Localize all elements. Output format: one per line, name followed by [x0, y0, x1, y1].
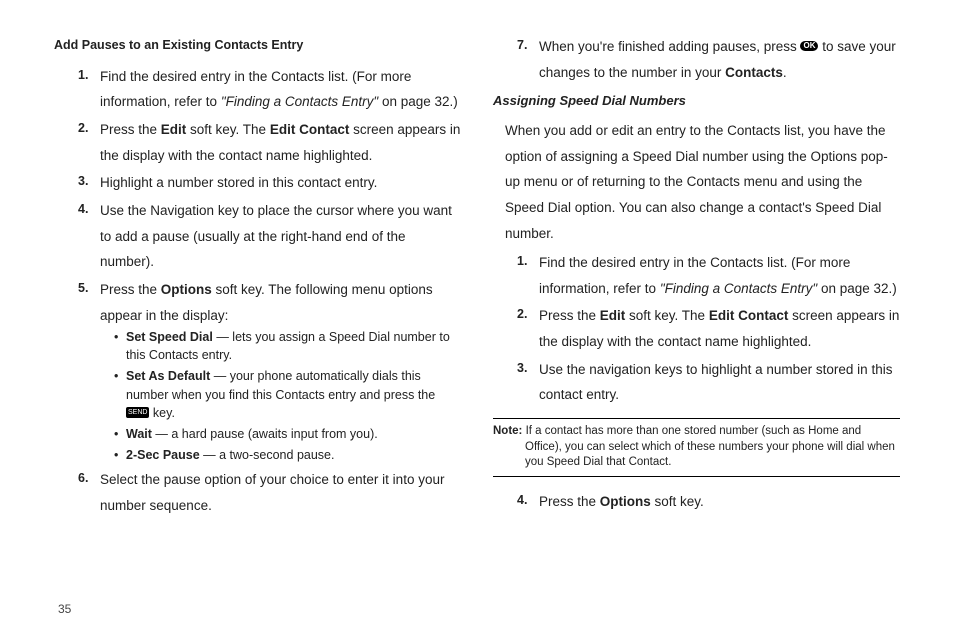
step-text: . — [783, 65, 787, 80]
step-number: 5. — [78, 277, 88, 301]
bullet-item: Wait — a hard pause (awaits input from y… — [114, 425, 461, 443]
menu-name: Contacts — [725, 65, 783, 80]
option-name: Set As Default — [126, 369, 210, 383]
step-number: 1. — [517, 250, 527, 274]
left-column: Add Pauses to an Existing Contacts Entry… — [54, 34, 461, 574]
step-text: Press the — [539, 308, 600, 323]
step-3: 3. Highlight a number stored in this con… — [78, 170, 461, 196]
step-4: 4. Press the Options soft key. — [517, 489, 900, 515]
step-1: 1. Find the desired entry in the Contact… — [78, 64, 461, 115]
section-heading: Add Pauses to an Existing Contacts Entry — [54, 34, 461, 58]
screen-name: Edit Contact — [270, 122, 350, 137]
softkey-label: Options — [161, 282, 212, 297]
option-desc: key. — [149, 406, 174, 420]
step-7: 7. When you're finished adding pauses, p… — [517, 34, 900, 85]
send-key-icon: SEND — [126, 407, 149, 418]
step-number: 3. — [517, 357, 527, 381]
option-desc: — a hard pause (awaits input from you). — [152, 427, 378, 441]
options-bullets: Set Speed Dial — lets you assign a Speed… — [100, 328, 461, 464]
steps-list-left: 1. Find the desired entry in the Contact… — [54, 64, 461, 519]
steps-list-right-cont: 7. When you're finished adding pauses, p… — [493, 34, 900, 85]
step-text: soft key. — [651, 494, 704, 509]
step-5: 5. Press the Options soft key. The follo… — [78, 277, 461, 464]
option-name: Wait — [126, 427, 152, 441]
bullet-item: Set Speed Dial — lets you assign a Speed… — [114, 328, 461, 364]
step-number: 2. — [78, 117, 88, 141]
note-body: Note: If a contact has more than one sto… — [493, 424, 900, 471]
step-text: Press the — [100, 122, 161, 137]
step-text: When you're finished adding pauses, pres… — [539, 39, 800, 54]
step-text: Select the pause option of your choice t… — [100, 472, 444, 513]
softkey-label: Edit — [161, 122, 187, 137]
step-text: Press the — [100, 282, 161, 297]
bullet-item: 2-Sec Pause — a two-second pause. — [114, 446, 461, 464]
note-text: If a contact has more than one stored nu… — [522, 425, 895, 468]
step-text: Highlight a number stored in this contac… — [100, 175, 377, 190]
step-text: on page 32.) — [378, 94, 458, 109]
step-number: 1. — [78, 64, 88, 88]
step-number: 4. — [78, 198, 88, 222]
ok-key-icon: OK — [800, 41, 818, 51]
intro-paragraph: When you add or edit an entry to the Con… — [493, 118, 900, 246]
step-number: 2. — [517, 303, 527, 327]
step-text: soft key. The — [186, 122, 270, 137]
steps-list-right: 1. Find the desired entry in the Contact… — [493, 250, 900, 408]
page-number: 35 — [58, 602, 71, 616]
step-6: 6. Select the pause option of your choic… — [78, 467, 461, 518]
step-2: 2. Press the Edit soft key. The Edit Con… — [78, 117, 461, 168]
softkey-label: Options — [600, 494, 651, 509]
softkey-label: Edit — [600, 308, 626, 323]
reference-link: "Finding a Contacts Entry" — [221, 94, 378, 109]
step-1: 1. Find the desired entry in the Contact… — [517, 250, 900, 301]
step-text: soft key. The — [625, 308, 709, 323]
page-columns: Add Pauses to an Existing Contacts Entry… — [54, 34, 900, 574]
option-desc: — a two-second pause. — [200, 448, 335, 462]
step-2: 2. Press the Edit soft key. The Edit Con… — [517, 303, 900, 354]
right-column: 7. When you're finished adding pauses, p… — [493, 34, 900, 574]
step-text: Press the — [539, 494, 600, 509]
step-number: 3. — [78, 170, 88, 194]
bullet-item: Set As Default — your phone automaticall… — [114, 367, 461, 421]
step-number: 4. — [517, 489, 527, 513]
screen-name: Edit Contact — [709, 308, 789, 323]
reference-link: "Finding a Contacts Entry" — [660, 281, 817, 296]
step-text: Use the Navigation key to place the curs… — [100, 203, 452, 269]
note-block: Note: If a contact has more than one sto… — [493, 418, 900, 477]
step-4: 4. Use the Navigation key to place the c… — [78, 198, 461, 275]
step-text: on page 32.) — [817, 281, 897, 296]
option-name: 2-Sec Pause — [126, 448, 200, 462]
option-name: Set Speed Dial — [126, 330, 213, 344]
step-3: 3. Use the navigation keys to highlight … — [517, 357, 900, 408]
steps-list-right-2: 4. Press the Options soft key. — [493, 489, 900, 515]
step-number: 6. — [78, 467, 88, 491]
note-label: Note: — [493, 425, 522, 437]
step-number: 7. — [517, 34, 527, 58]
subsection-heading: Assigning Speed Dial Numbers — [493, 89, 900, 114]
step-text: Use the navigation keys to highlight a n… — [539, 362, 892, 403]
